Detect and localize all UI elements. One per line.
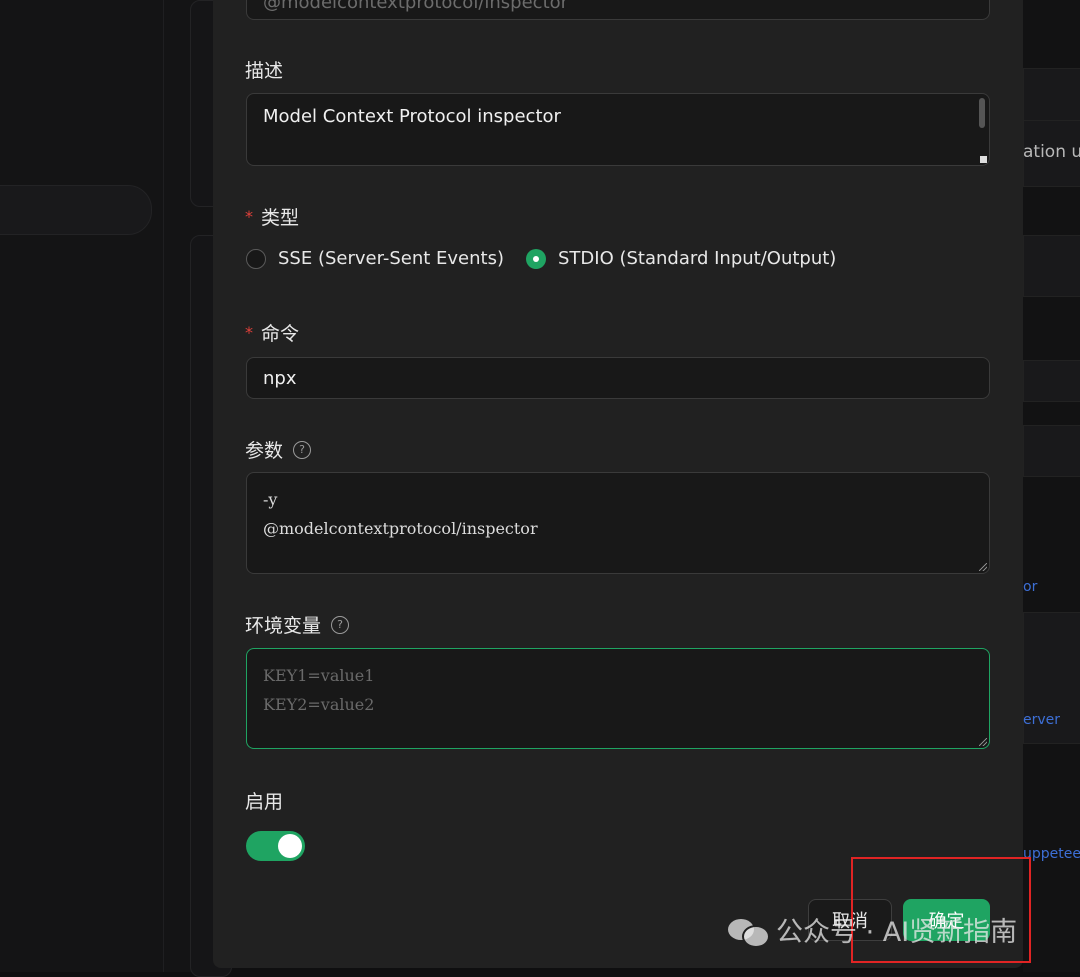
command-value: npx — [263, 367, 297, 389]
env-placeholder-line: KEY1=value1 — [263, 666, 375, 685]
question-circle-icon[interactable]: ? — [331, 615, 350, 634]
resize-handle-icon[interactable] — [979, 738, 987, 746]
args-label: 参数 ? — [245, 436, 312, 463]
background-box — [1023, 425, 1080, 477]
enabled-label: 启用 — [245, 791, 284, 813]
background-search-pill — [0, 185, 152, 235]
description-value: Model Context Protocol inspector — [263, 106, 561, 127]
description-textarea[interactable]: Model Context Protocol inspector — [246, 93, 990, 166]
background-left-panel — [0, 0, 232, 977]
background-box — [1023, 235, 1080, 297]
env-textarea[interactable]: KEY1=value1 KEY2=value2 — [246, 648, 990, 749]
watermark-text: 公众号 · AI贤新指南 — [776, 917, 1018, 948]
resize-handle-icon[interactable] — [980, 156, 987, 163]
required-mark: * — [245, 323, 253, 342]
enabled-switch[interactable] — [246, 831, 305, 861]
radio-checked-icon[interactable] — [526, 248, 546, 269]
background-box — [1023, 360, 1080, 402]
radio-option-sse[interactable]: SSE (Server-Sent Events) — [246, 248, 504, 269]
args-line: -y — [263, 490, 278, 509]
background-text: ation us — [1023, 142, 1080, 162]
wechat-icon — [728, 915, 770, 948]
background-right-panel: ation us or erver uppeteer — [1023, 0, 1080, 972]
package-input[interactable]: @modelcontextprotocol/inspector — [246, 0, 990, 20]
env-placeholder-line: KEY2=value2 — [263, 695, 375, 714]
divider — [163, 0, 164, 972]
description-label: 描述 — [245, 60, 284, 82]
package-value: @modelcontextprotocol/inspector — [263, 0, 569, 13]
required-mark: * — [245, 207, 253, 226]
radio-unchecked-icon[interactable] — [246, 248, 266, 269]
background-link: erver — [1023, 712, 1061, 728]
radio-option-stdio[interactable]: STDIO (Standard Input/Output) — [526, 248, 836, 269]
switch-knob — [278, 834, 302, 858]
radio-label-stdio: STDIO (Standard Input/Output) — [558, 248, 837, 269]
scrollbar[interactable] — [979, 98, 985, 128]
radio-label-sse: SSE (Server-Sent Events) — [278, 248, 504, 269]
watermark: 公众号 · AI贤新指南 — [728, 910, 1017, 949]
question-circle-icon[interactable]: ? — [293, 440, 312, 459]
background-box — [1023, 68, 1080, 122]
type-radio-group: SSE (Server-Sent Events) STDIO (Standard… — [246, 248, 858, 269]
command-label: * 命令 — [245, 323, 300, 345]
args-line: @modelcontextprotocol/inspector — [263, 519, 538, 538]
background-link: or — [1023, 579, 1038, 595]
type-label: * 类型 — [245, 207, 300, 229]
background-link: uppeteer — [1023, 846, 1080, 862]
resize-handle-icon[interactable] — [979, 563, 987, 571]
env-label: 环境变量 ? — [245, 611, 350, 638]
command-input[interactable]: npx — [246, 357, 990, 399]
args-textarea[interactable]: -y @modelcontextprotocol/inspector — [246, 472, 990, 574]
